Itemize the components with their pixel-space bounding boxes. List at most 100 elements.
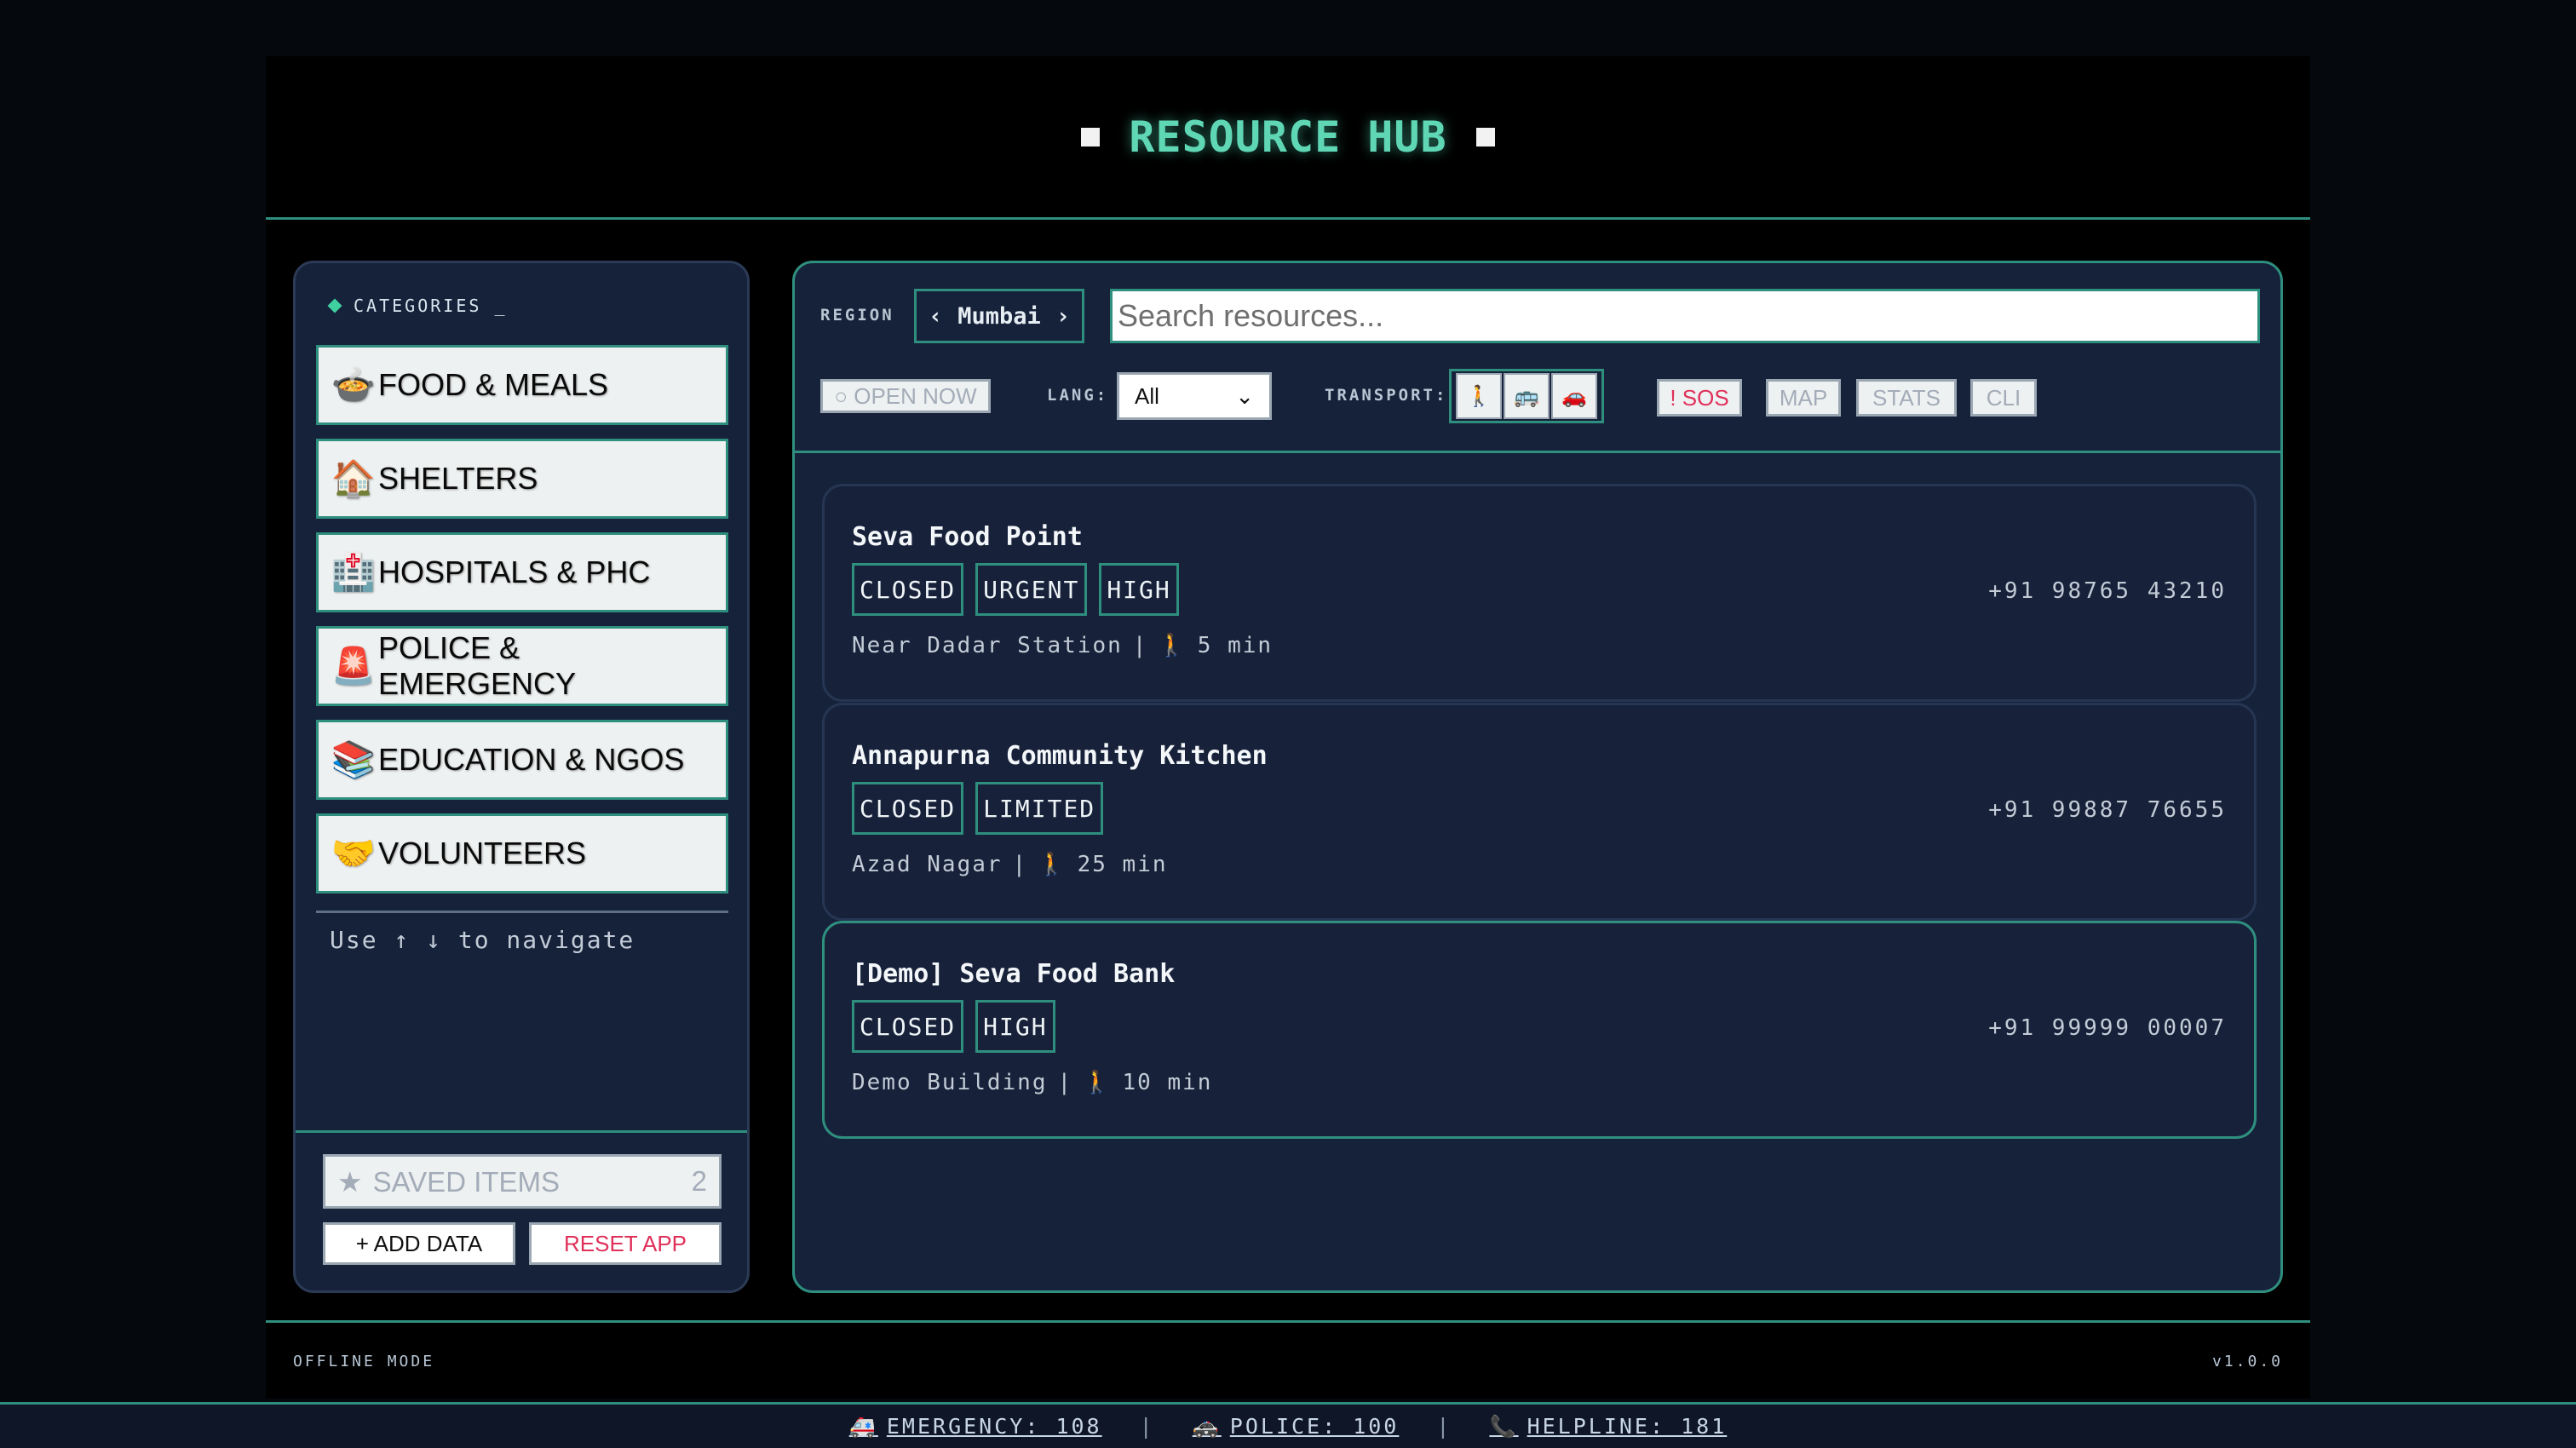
resource-location: Azad Nagar [852, 852, 1003, 877]
square-decoration-icon [1475, 127, 1495, 147]
separator: | [1139, 1414, 1155, 1439]
map-button[interactable]: MAP [1766, 379, 1841, 417]
star-icon: ★ [337, 1165, 363, 1198]
travel-time: 5 min [1197, 633, 1274, 658]
stats-button[interactable]: STATS [1856, 379, 1957, 417]
header: RESOURCE HUB [266, 56, 2310, 220]
resource-card[interactable]: Annapurna Community Kitchen CLOSED LIMIT… [822, 703, 2257, 921]
priority-badge: URGENT [975, 563, 1088, 616]
chevron-right-icon[interactable]: › [1056, 303, 1070, 330]
status-badge: CLOSED [852, 563, 964, 616]
walk-icon[interactable]: 🚶 [1456, 373, 1502, 419]
separator: | [1132, 633, 1148, 658]
region-selector[interactable]: ‹ Mumbai › [914, 289, 1084, 343]
separator: | [1057, 1070, 1073, 1095]
ambulance-icon: 🚑 [848, 1413, 878, 1439]
category-label: HOSPITALS & PHC [378, 554, 651, 589]
diamond-icon [327, 298, 342, 313]
category-label: SHELTERS [378, 461, 538, 496]
saved-items-button[interactable]: ★ SAVED ITEMS 2 [323, 1154, 722, 1209]
offline-mode-status: OFFLINE MODE [293, 1353, 435, 1370]
badge-list: CLOSED HIGH [852, 1000, 1055, 1053]
police-label: POLICE: 100 [1229, 1414, 1400, 1439]
emergency-link[interactable]: 🚑 EMERGENCY: 108 [849, 1414, 1102, 1439]
chevron-down-icon: ⌄ [1235, 382, 1254, 409]
resource-card[interactable]: Seva Food Point CLOSED URGENT HIGH Near … [822, 484, 2257, 702]
navigation-hint: Use ↑ ↓ to navigate [330, 926, 635, 954]
resource-name: Annapurna Community Kitchen [852, 741, 1268, 771]
language-select[interactable]: All ⌄ [1117, 372, 1272, 420]
region-label: REGION [820, 306, 894, 325]
category-shelters[interactable]: 🏠 SHELTERS [316, 439, 728, 519]
language-value: All [1135, 382, 1159, 409]
status-badge: CLOSED [852, 1000, 964, 1053]
resource-card-selected[interactable]: [Demo] Seva Food Bank CLOSED HIGH Demo B… [822, 921, 2257, 1139]
books-icon: 📚 [331, 739, 377, 779]
open-now-toggle[interactable]: ○ OPEN NOW [820, 379, 991, 413]
walk-icon: 🚶 [1083, 1070, 1113, 1095]
separator: | [1012, 852, 1028, 877]
resource-phone[interactable]: +91 99887 76655 [1988, 797, 2227, 823]
transport-toggle-group: 🚶 🚌 🚗 [1449, 369, 1604, 423]
resource-name: Seva Food Point [852, 522, 1083, 552]
category-label: FOOD & MEALS [378, 367, 609, 402]
resource-meta: Near Dadar Station | 🚶 5 min [852, 633, 1273, 658]
police-car-icon: 🚓 [1192, 1413, 1222, 1439]
emergency-contacts-bar: 🚑 EMERGENCY: 108 | 🚓 POLICE: 100 | 📞 HEL… [0, 1402, 2576, 1448]
badge-list: CLOSED LIMITED [852, 782, 1104, 835]
chevron-left-icon[interactable]: ‹ [929, 303, 942, 330]
sos-button[interactable]: ! SOS [1657, 379, 1742, 417]
resource-meta: Demo Building | 🚶 10 min [852, 1070, 1212, 1095]
categories-heading-label: CATEGORIES _ [354, 296, 508, 316]
lang-label: LANG: [1047, 386, 1109, 405]
car-icon[interactable]: 🚗 [1551, 373, 1597, 419]
category-education-ngos[interactable]: 📚 EDUCATION & NGOS [316, 720, 728, 800]
resource-location: Demo Building [852, 1070, 1048, 1095]
saved-items-count: 2 [691, 1165, 707, 1197]
house-icon: 🏠 [331, 458, 377, 498]
priority-badge: LIMITED [975, 782, 1104, 835]
separator: | [1436, 1414, 1452, 1439]
cli-button[interactable]: CLI [1970, 379, 2037, 417]
resource-phone[interactable]: +91 99999 00007 [1988, 1015, 2227, 1041]
food-bowl-icon: 🍲 [331, 365, 377, 405]
transport-label: TRANSPORT: [1325, 386, 1448, 405]
helpline-label: HELPLINE: 181 [1527, 1414, 1728, 1439]
saved-items-label: SAVED ITEMS [372, 1165, 561, 1198]
category-label: EDUCATION & NGOS [378, 742, 685, 777]
bus-icon[interactable]: 🚌 [1504, 373, 1550, 419]
sidebar: CATEGORIES _ 🍲 FOOD & MEALS 🏠 SHELTERS 🏥… [293, 261, 750, 1293]
handshake-icon: 🤝 [331, 833, 377, 873]
resource-phone[interactable]: +91 98765 43210 [1988, 578, 2227, 604]
emergency-label: EMERGENCY: 108 [886, 1414, 1102, 1439]
hospital-icon: 🏥 [331, 552, 377, 592]
walk-icon: 🚶 [1158, 633, 1187, 658]
divider [266, 1320, 2310, 1323]
version-label: v1.0.0 [2211, 1353, 2283, 1370]
category-police-emergency[interactable]: 🚨 POLICE & EMERGENCY [316, 626, 728, 706]
page-title: RESOURCE HUB [1129, 112, 1447, 162]
categories-heading: CATEGORIES _ [327, 296, 508, 316]
travel-time: 10 min [1122, 1070, 1213, 1095]
category-label: POLICE & EMERGENCY [377, 630, 577, 701]
divider [296, 1130, 747, 1133]
siren-icon: 🚨 [331, 646, 377, 686]
square-decoration-icon [1081, 127, 1101, 147]
search-input[interactable] [1110, 289, 2260, 343]
resource-meta: Azad Nagar | 🚶 25 min [852, 852, 1168, 877]
add-data-button[interactable]: + ADD DATA [323, 1222, 515, 1265]
category-hospitals[interactable]: 🏥 HOSPITALS & PHC [316, 532, 728, 612]
category-food-meals[interactable]: 🍲 FOOD & MEALS [316, 345, 728, 425]
main-panel: REGION ‹ Mumbai › ○ OPEN NOW LANG: All ⌄… [792, 261, 2283, 1293]
helpline-link[interactable]: 📞 HELPLINE: 181 [1489, 1414, 1727, 1439]
priority-badge: HIGH [1099, 563, 1179, 616]
divider [316, 911, 728, 913]
reset-app-button[interactable]: RESET APP [529, 1222, 722, 1265]
police-link[interactable]: 🚓 POLICE: 100 [1193, 1414, 1400, 1439]
badge-list: CLOSED URGENT HIGH [852, 563, 1179, 616]
status-badge: CLOSED [852, 782, 964, 835]
phone-icon: 📞 [1489, 1413, 1519, 1439]
region-value: Mumbai [957, 302, 1041, 330]
category-volunteers[interactable]: 🤝 VOLUNTEERS [316, 813, 728, 894]
divider [795, 451, 2280, 453]
